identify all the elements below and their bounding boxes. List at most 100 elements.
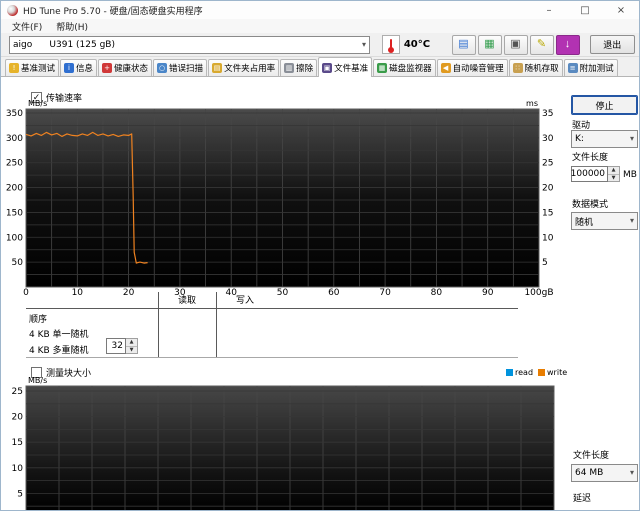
random-access-icon: ∷ bbox=[512, 63, 523, 73]
tab-label: 信息 bbox=[76, 64, 94, 74]
svg-text:0: 0 bbox=[23, 288, 29, 297]
tab-label: 错误扫描 bbox=[169, 64, 204, 74]
latency-label: 延迟 bbox=[573, 494, 592, 504]
drive-select-value: aigo U391 (125 gB) bbox=[13, 39, 115, 50]
queue-depth-stepper[interactable]: 32 ▲ ▼ bbox=[106, 338, 138, 354]
file-length-label: 文件长度 bbox=[572, 153, 609, 163]
info-icon: i bbox=[64, 63, 75, 73]
svg-text:5: 5 bbox=[17, 489, 23, 499]
tab-label: 附加测试 bbox=[579, 64, 614, 74]
tab-label: 基准测试 bbox=[21, 64, 56, 74]
tab-label: 文件基准 bbox=[334, 63, 369, 74]
trash-icon: ▥ bbox=[284, 63, 295, 73]
table-divider-2 bbox=[216, 292, 217, 358]
svg-text:100gB: 100gB bbox=[524, 288, 553, 297]
svg-text:20: 20 bbox=[123, 288, 135, 297]
svg-text:15: 15 bbox=[542, 208, 553, 218]
spin-down-icon[interactable]: ▼ bbox=[126, 346, 137, 353]
screenshot-button[interactable]: ▣ bbox=[503, 34, 528, 55]
tab-label: 随机存取 bbox=[524, 64, 559, 74]
copy-image-icon: ▦ bbox=[484, 38, 495, 50]
svg-text:200: 200 bbox=[6, 184, 23, 194]
chart-legend: read write bbox=[506, 368, 567, 377]
tab-folder-usage[interactable]: ▤ 文件夹占用率 bbox=[208, 59, 280, 76]
svg-text:50: 50 bbox=[277, 288, 289, 297]
minimize-button[interactable]: – bbox=[531, 1, 567, 19]
tab-label: 文件夹占用率 bbox=[224, 64, 276, 74]
file-benchmark-panel: ✓ 传输速率 MB/s ms 350 300 250 200 150 100 50 35 30 25 2… bbox=[1, 77, 639, 510]
svg-text:80: 80 bbox=[431, 288, 443, 297]
svg-text:35: 35 bbox=[542, 109, 553, 119]
block-file-length-dropdown[interactable]: 64 MB ▾ bbox=[571, 464, 638, 482]
spin-down-icon[interactable]: ▼ bbox=[608, 174, 619, 181]
spin-up-icon[interactable]: ▲ bbox=[126, 339, 137, 347]
legend-write: write bbox=[538, 368, 567, 377]
legend-read-label: read bbox=[515, 368, 534, 377]
tab-benchmark[interactable]: ! 基准测试 bbox=[5, 59, 60, 76]
app-window: HD Tune Pro 5.70 - 硬盘/固态硬盘实用程序 – □ × 文件(… bbox=[0, 0, 640, 511]
block-size-chart: MB/s 25 20 15 10 5 bbox=[12, 376, 555, 510]
speaker-icon: ◀ bbox=[440, 63, 451, 73]
tab-health[interactable]: + 健康状态 bbox=[98, 59, 153, 76]
drive-select[interactable]: aigo U391 (125 gB) ▾ bbox=[9, 35, 370, 54]
thermometer-icon bbox=[388, 39, 394, 53]
chevron-down-icon: ▾ bbox=[629, 216, 634, 225]
disk-monitor-icon: ▦ bbox=[377, 63, 388, 73]
svg-text:350: 350 bbox=[6, 109, 23, 119]
drive-dropdown[interactable]: K: ▾ bbox=[571, 130, 638, 148]
svg-text:10: 10 bbox=[72, 288, 84, 297]
spin-up-icon[interactable]: ▲ bbox=[608, 167, 619, 175]
extra-tests-icon: ≡ bbox=[567, 63, 578, 73]
window-controls: – □ × bbox=[531, 1, 639, 19]
notes-icon: ✎ bbox=[536, 38, 547, 50]
file-length-unit: MB bbox=[623, 170, 637, 180]
data-mode-dropdown[interactable]: 随机 ▾ bbox=[571, 212, 638, 230]
svg-text:MB/s: MB/s bbox=[28, 376, 47, 385]
chevron-down-icon: ▾ bbox=[361, 39, 366, 49]
svg-text:250: 250 bbox=[6, 159, 23, 169]
toolbar-buttons: ▤ ▦ ▣ ✎ ↓ bbox=[451, 34, 580, 55]
temperature-value: 40°C bbox=[403, 39, 431, 50]
exit-button[interactable]: 退出 bbox=[589, 35, 636, 54]
tab-disk-monitor[interactable]: ▦ 磁盘监视器 bbox=[373, 59, 436, 76]
stop-button[interactable]: 停止 bbox=[571, 95, 638, 115]
svg-text:ms: ms bbox=[526, 99, 538, 108]
toolbar: aigo U391 (125 gB) ▾ 40°C ▤ ▦ ▣ ✎ ↓ 退出 bbox=[1, 33, 639, 57]
table-col-read: 读取 bbox=[177, 296, 196, 306]
tab-info[interactable]: i 信息 bbox=[60, 59, 98, 76]
tab-label: 擦除 bbox=[296, 64, 314, 74]
tab-extra-tests[interactable]: ≡ 附加测试 bbox=[563, 59, 618, 76]
copy-button[interactable]: ▤ bbox=[451, 34, 476, 55]
svg-text:60: 60 bbox=[328, 288, 340, 297]
write-swatch-icon bbox=[538, 369, 546, 376]
benchmark-icon: ! bbox=[9, 63, 19, 73]
tab-file-benchmark[interactable]: ▣ 文件基准 bbox=[318, 57, 373, 77]
menu-file[interactable]: 文件(F) bbox=[5, 20, 49, 33]
table-col-write: 写入 bbox=[235, 296, 254, 306]
svg-text:150: 150 bbox=[6, 208, 23, 218]
copy-image-button[interactable]: ▦ bbox=[477, 34, 502, 55]
tab-random-access[interactable]: ∷ 随机存取 bbox=[508, 59, 563, 76]
file-length-value: 100000 bbox=[571, 166, 608, 182]
data-mode-label: 数据模式 bbox=[572, 200, 609, 210]
close-button[interactable]: × bbox=[603, 1, 639, 19]
tab-error-scan[interactable]: ○ 错误扫描 bbox=[153, 59, 208, 76]
tab-label: 自动噪音管理 bbox=[452, 64, 504, 74]
maximize-button[interactable]: □ bbox=[567, 1, 603, 19]
file-length-stepper[interactable]: 100000 ▲ ▼ bbox=[571, 166, 620, 182]
notes-button[interactable]: ✎ bbox=[529, 34, 554, 55]
update-icon: ↓ bbox=[564, 38, 571, 50]
row-4kb-multi-random: 4 KB 多重随机 bbox=[29, 346, 89, 356]
tab-erase[interactable]: ▥ 擦除 bbox=[280, 59, 318, 76]
svg-text:90: 90 bbox=[482, 288, 494, 297]
menu-help[interactable]: 帮助(H) bbox=[49, 20, 95, 33]
tab-aam[interactable]: ◀ 自动噪音管理 bbox=[436, 59, 508, 76]
table-header-line bbox=[26, 308, 518, 309]
temperature-indicator bbox=[382, 35, 400, 54]
drive-dropdown-value: K: bbox=[575, 134, 584, 144]
health-icon: + bbox=[102, 63, 113, 73]
update-button[interactable]: ↓ bbox=[555, 34, 580, 55]
title-bar: HD Tune Pro 5.70 - 硬盘/固态硬盘实用程序 – □ × bbox=[1, 1, 639, 19]
svg-text:25: 25 bbox=[12, 387, 23, 397]
svg-text:100: 100 bbox=[6, 233, 23, 243]
